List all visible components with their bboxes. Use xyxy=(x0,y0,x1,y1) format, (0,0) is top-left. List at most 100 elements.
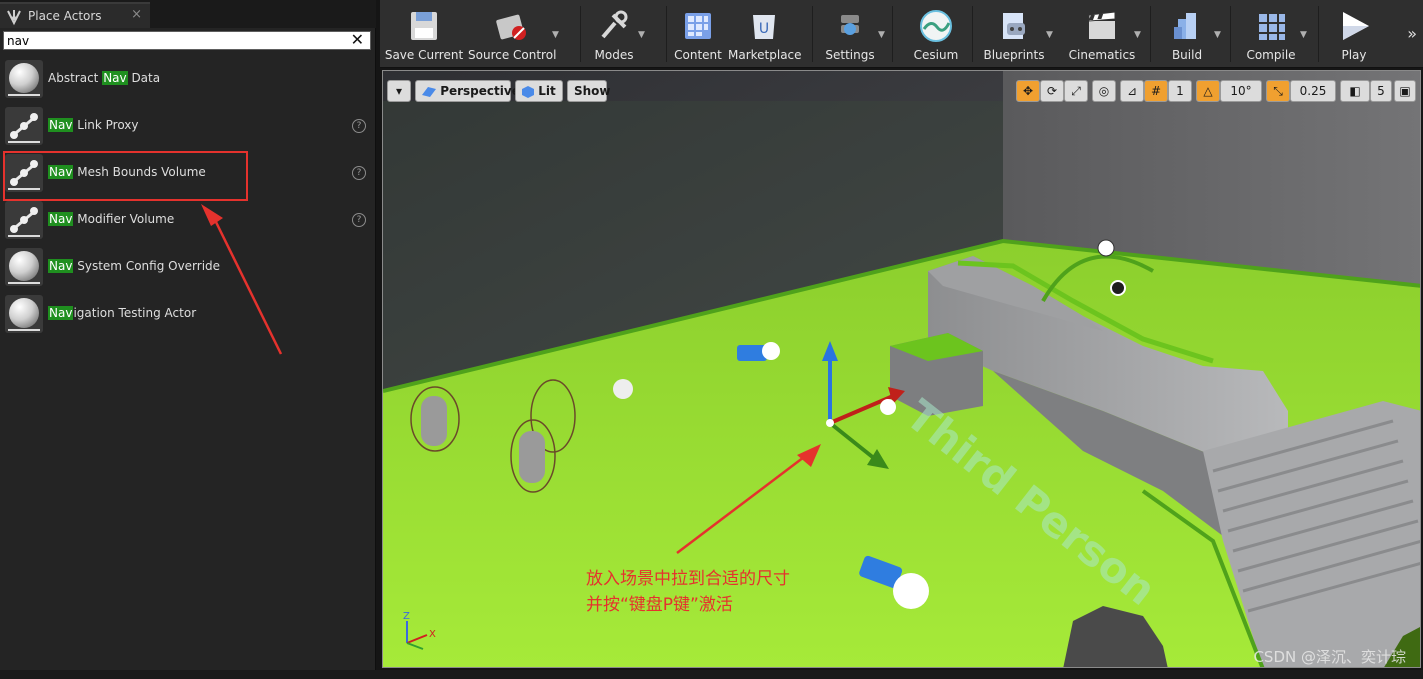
toolbar-separator xyxy=(892,6,893,62)
rotation-snap-value[interactable]: 10° xyxy=(1220,80,1262,102)
search-box: ✕ xyxy=(3,30,371,50)
toolbar-button-label: Cinematics xyxy=(1068,48,1136,62)
blueprints-button[interactable]: Blueprints xyxy=(980,4,1048,66)
help-icon[interactable]: ? xyxy=(352,119,366,133)
maximize-viewport-icon[interactable]: ▣ xyxy=(1394,80,1416,102)
grid-snap-icon[interactable]: # xyxy=(1144,80,1168,102)
content-button[interactable]: Content xyxy=(672,4,724,66)
dropdown-caret-icon[interactable]: ▼ xyxy=(1046,30,1053,40)
compile-icon xyxy=(1259,14,1285,40)
grid-snap-value[interactable]: 1 xyxy=(1168,80,1192,102)
marketplace-button[interactable]: U Marketplace xyxy=(728,4,802,66)
dropdown-caret-icon[interactable]: ▼ xyxy=(638,30,645,40)
cinematics-icon xyxy=(1088,11,1116,39)
clear-search-icon[interactable]: ✕ xyxy=(351,30,364,49)
actor-list-item[interactable]: Navigation Testing Actor xyxy=(0,291,376,338)
actor-list-item[interactable]: Abstract Nav Data xyxy=(0,56,376,103)
save-icon xyxy=(411,12,437,40)
content-icon xyxy=(685,13,711,39)
lit-button[interactable]: Lit xyxy=(515,80,563,102)
search-input[interactable] xyxy=(7,33,337,49)
toolbar-separator xyxy=(812,6,813,62)
place-actors-tab[interactable]: Place Actors × xyxy=(0,2,150,28)
nav-link-proxy-icon xyxy=(5,107,43,145)
dropdown-caret-icon[interactable]: ▼ xyxy=(552,30,559,40)
source-control-button[interactable]: Source Control xyxy=(468,4,556,66)
annotation-text: 放入场景中拉到合适的尺寸 并按“键盘P键”激活 xyxy=(586,566,790,618)
perspective-icon xyxy=(422,86,436,97)
source-control-icon xyxy=(496,14,526,40)
cinematics-button[interactable]: Cinematics xyxy=(1068,4,1136,66)
translate-mode-icon[interactable]: ✥ xyxy=(1016,80,1040,102)
svg-text:X: X xyxy=(429,629,436,640)
tab-title: Place Actors xyxy=(28,9,102,23)
actor-list-item[interactable]: Nav Link Proxy? xyxy=(0,103,376,150)
settings-icon xyxy=(841,15,859,35)
help-icon[interactable]: ? xyxy=(352,213,366,227)
perspective-button[interactable]: Perspective xyxy=(415,80,520,102)
toolbar-separator xyxy=(972,6,973,62)
search-match-highlight: Nav xyxy=(102,71,128,85)
scale-snap-icon[interactable]: ⤡ xyxy=(1266,80,1290,102)
show-button[interactable]: Show xyxy=(567,80,611,102)
toolbar-button-label: Settings xyxy=(825,48,875,62)
dropdown-caret-icon[interactable]: ▼ xyxy=(1300,30,1307,40)
dropdown-caret-icon[interactable]: ▼ xyxy=(1134,30,1141,40)
viewport-toolbar-right: ✥ ⟳ ⤢ ◎ ⊿ # 1 △ 10° ⤡ 0.25 ◧ 5 ▣ xyxy=(1016,80,1416,102)
build-button[interactable]: Build xyxy=(1158,4,1216,66)
cesium-button[interactable]: Cesium xyxy=(900,4,972,66)
level-viewport[interactable]: Third Person ▾ Perspective Lit Show ✥ ⟳ … xyxy=(382,70,1421,668)
toolbar-button-label: Blueprints xyxy=(983,48,1045,62)
world-local-icon[interactable]: ◎ xyxy=(1092,80,1116,102)
actor-label: Abstract Nav Data xyxy=(48,71,161,85)
toolbar-overflow-icon[interactable]: » xyxy=(1407,24,1417,43)
toolbar-button-label: Content xyxy=(674,48,722,62)
viewport-options-button[interactable]: ▾ xyxy=(387,80,411,102)
search-match-highlight: Nav xyxy=(48,259,74,273)
annotation-highlight-box xyxy=(3,151,248,201)
rotation-snap-icon[interactable]: △ xyxy=(1196,80,1220,102)
rotate-mode-icon[interactable]: ⟳ xyxy=(1040,80,1064,102)
actor-label: Navigation Testing Actor xyxy=(48,306,197,320)
bottom-status-strip xyxy=(0,670,1423,679)
dropdown-caret-icon[interactable]: ▼ xyxy=(878,30,885,40)
actor-list-item[interactable]: Nav Modifier Volume? xyxy=(0,197,376,244)
surface-snap-icon[interactable]: ⊿ xyxy=(1120,80,1144,102)
place-actors-panel: Place Actors × ✕ Abstract Nav Data Nav Li… xyxy=(0,0,376,679)
play-button[interactable]: Play xyxy=(1326,4,1382,66)
search-match-highlight: Nav xyxy=(48,306,74,320)
annotation-line-2: 并按“键盘P键”激活 xyxy=(586,595,733,615)
toolbar-button-label: Compile xyxy=(1246,48,1296,62)
lit-icon xyxy=(522,85,534,98)
toolbar-button-label: Play xyxy=(1341,48,1367,62)
axis-indicator-icon: Z X xyxy=(403,611,436,650)
compile-button[interactable]: Compile xyxy=(1240,4,1302,66)
modifier-volume-icon xyxy=(5,201,43,239)
toolbar-separator xyxy=(580,6,581,62)
main-toolbar: Save Current Source Control ▼ Modes ▼ Content… xyxy=(380,0,1423,68)
actor-list-item[interactable]: Nav System Config Override xyxy=(0,244,376,291)
play-icon xyxy=(1343,12,1369,40)
svg-text:U: U xyxy=(759,21,769,37)
scale-snap-value[interactable]: 0.25 xyxy=(1290,80,1336,102)
modes-button[interactable]: Modes xyxy=(588,4,640,66)
help-icon[interactable]: ? xyxy=(352,166,366,180)
scale-mode-icon[interactable]: ⤢ xyxy=(1064,80,1088,102)
save-current-button[interactable]: Save Current xyxy=(382,4,466,66)
settings-button[interactable]: Settings xyxy=(820,4,880,66)
toolbar-button-label: Marketplace xyxy=(728,48,802,62)
toolbar-button-label: Save Current xyxy=(384,48,464,62)
search-match-highlight: Nav xyxy=(48,118,74,132)
camera-speed-icon[interactable]: ◧ xyxy=(1340,80,1370,102)
toolbar-separator xyxy=(1230,6,1231,62)
camera-speed-value[interactable]: 5 xyxy=(1370,80,1392,102)
toolbar-button-label: Cesium xyxy=(913,48,959,62)
sphere-icon xyxy=(5,295,43,333)
toolbar-separator xyxy=(666,6,667,62)
sphere-icon xyxy=(5,248,43,286)
tab-close-icon[interactable]: × xyxy=(131,7,142,22)
modes-icon xyxy=(601,10,628,39)
dropdown-caret-icon[interactable]: ▼ xyxy=(1214,30,1221,40)
sphere-icon xyxy=(5,60,43,98)
actor-label: Nav Link Proxy xyxy=(48,118,139,132)
